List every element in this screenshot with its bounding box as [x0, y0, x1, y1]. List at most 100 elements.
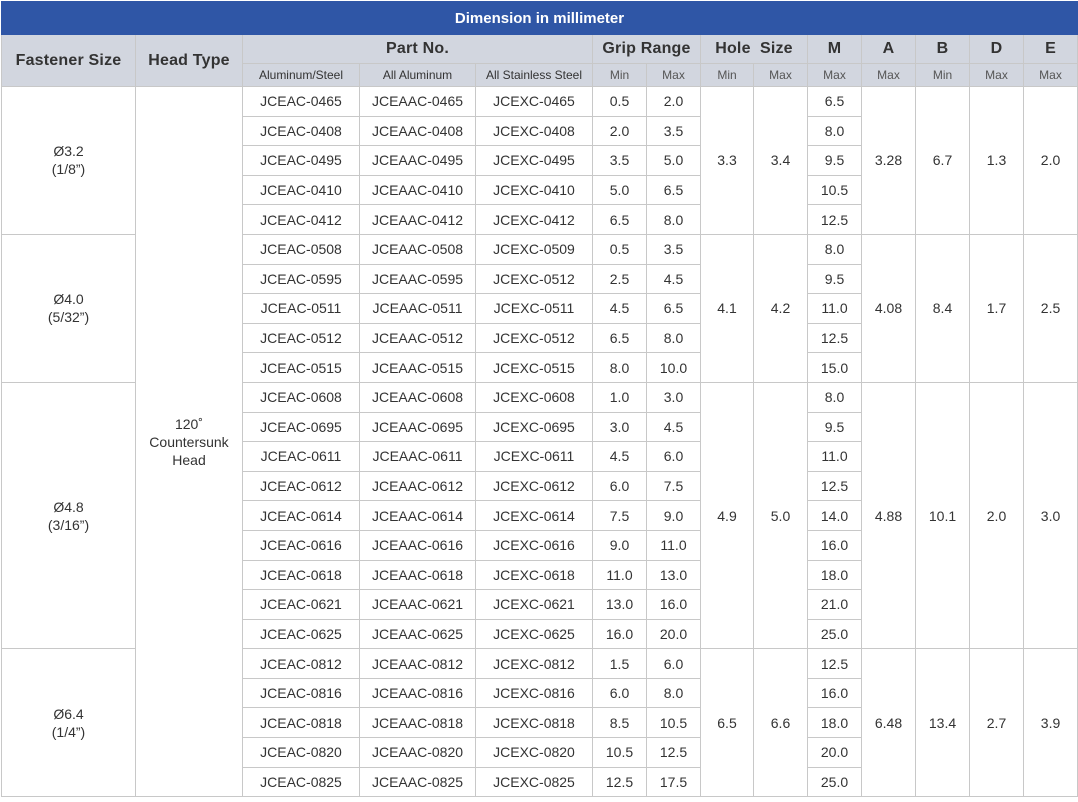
part-no-all-aluminum: JCEAAC-0618 — [359, 559, 476, 591]
part-no-all-stainless: JCEXC-0465 — [475, 86, 593, 117]
grip-range-max: 10.5 — [646, 707, 701, 739]
part-no-all-aluminum: JCEAAC-0412 — [359, 204, 476, 235]
grip-range-min: 4.5 — [592, 441, 647, 472]
hole-size-max: 5.0 — [753, 381, 808, 650]
m-max: 9.5 — [807, 411, 862, 443]
part-no-all-stainless: JCEXC-0515 — [475, 352, 593, 383]
part-no-all-aluminum: JCEAAC-0616 — [359, 529, 476, 561]
grip-range-max: 20.0 — [646, 618, 701, 650]
subheader-all-stainless: All Stainless Steel — [475, 63, 593, 87]
grip-range-min: 10.5 — [592, 737, 647, 768]
grip-range-min: 12.5 — [592, 766, 647, 798]
table-title: Dimension in millimeter — [0, 1, 1078, 35]
part-no-aluminum-steel: JCEAC-0614 — [242, 500, 360, 531]
fastener-size-cell-line: Ø3.2 — [53, 143, 84, 160]
grip-range-max: 3.5 — [646, 233, 701, 265]
part-no-all-aluminum: JCEAAC-0820 — [359, 737, 476, 768]
part-no-aluminum-steel: JCEAC-0816 — [242, 677, 360, 709]
a-max: 4.08 — [861, 233, 916, 383]
m-max: 8.0 — [807, 115, 862, 147]
grip-range-min: 7.5 — [592, 500, 647, 531]
fastener-size-cell: Ø4.8 (3/16”) — [1, 381, 136, 650]
part-no-all-stainless: JCEXC-0612 — [475, 470, 593, 502]
part-no-aluminum-steel: JCEAC-0412 — [242, 204, 360, 235]
part-no-all-stainless: JCEXC-0614 — [475, 500, 593, 531]
e-max: 2.0 — [1022, 86, 1078, 235]
e-max: 3.9 — [1022, 648, 1078, 798]
subheader-grip-max: Max — [646, 63, 701, 87]
grip-range-min: 3.5 — [592, 145, 647, 176]
hole-size-min: 4.1 — [700, 233, 754, 383]
part-no-all-stainless: JCEXC-0410 — [475, 174, 593, 206]
head-type-cell: 120˚ Countersunk Head — [135, 85, 243, 798]
part-no-aluminum-steel: JCEAC-0616 — [242, 529, 360, 561]
part-no-all-stainless: JCEXC-0812 — [475, 648, 593, 679]
subheader-hole-max: Max — [753, 63, 808, 87]
part-no-all-aluminum: JCEAAC-0612 — [359, 470, 476, 502]
part-no-all-aluminum: JCEAAC-0812 — [359, 648, 476, 679]
e-max: 3.0 — [1022, 381, 1078, 650]
part-no-aluminum-steel: JCEAC-0410 — [242, 174, 360, 206]
grip-range-max: 10.0 — [646, 352, 701, 383]
part-no-all-stainless: JCEXC-0495 — [475, 145, 593, 176]
b-min: 8.4 — [915, 233, 970, 383]
m-max: 12.5 — [807, 470, 862, 502]
subheader-aluminum-steel: Aluminum/Steel — [242, 63, 360, 87]
grip-range-min: 8.0 — [592, 352, 647, 383]
part-no-aluminum-steel: JCEAC-0608 — [242, 381, 360, 413]
m-max: 25.0 — [807, 618, 862, 650]
fastener-size-cell: Ø4.0 (5/32”) — [1, 233, 136, 383]
a-max: 3.28 — [861, 86, 916, 235]
m-max: 9.5 — [807, 145, 862, 176]
part-no-all-aluminum: JCEAAC-0511 — [359, 293, 476, 324]
part-no-all-stainless: JCEXC-0618 — [475, 559, 593, 591]
hole-size-max: 3.4 — [753, 86, 808, 235]
part-no-aluminum-steel: JCEAC-0612 — [242, 470, 360, 502]
grip-range-max: 17.5 — [646, 766, 701, 798]
part-no-all-stainless: JCEXC-0818 — [475, 707, 593, 739]
fastener-size-cell: Ø3.2 (1/8”) — [1, 86, 136, 235]
grip-range-min: 2.5 — [592, 263, 647, 295]
head-type-cell-line: Head — [172, 451, 206, 468]
header-grip-range: Grip Range — [592, 34, 701, 64]
m-max: 14.0 — [807, 500, 862, 531]
part-no-aluminum-steel: JCEAC-0825 — [242, 766, 360, 798]
d-max: 2.0 — [969, 381, 1024, 650]
grip-range-max: 6.0 — [646, 441, 701, 472]
grip-range-min: 6.5 — [592, 204, 647, 235]
grip-range-min: 8.5 — [592, 707, 647, 739]
hole-size-min: 3.3 — [700, 86, 754, 235]
grip-range-max: 6.0 — [646, 648, 701, 679]
subheader-a: Max — [861, 63, 916, 87]
grip-range-max: 6.5 — [646, 174, 701, 206]
part-no-all-aluminum: JCEAAC-0614 — [359, 500, 476, 531]
a-max: 6.48 — [861, 648, 916, 798]
grip-range-min: 9.0 — [592, 529, 647, 561]
grip-range-min: 1.5 — [592, 648, 647, 679]
part-no-all-stainless: JCEXC-0511 — [475, 293, 593, 324]
grip-range-min: 11.0 — [592, 559, 647, 591]
dimension-table: Dimension in millimeter Fastener Size He… — [0, 1, 1078, 798]
hole-size-min: 6.5 — [700, 648, 754, 798]
m-max: 11.0 — [807, 441, 862, 472]
part-no-all-aluminum: JCEAAC-0508 — [359, 233, 476, 265]
grip-range-max: 5.0 — [646, 145, 701, 176]
part-no-all-aluminum: JCEAAC-0512 — [359, 322, 476, 354]
grip-range-min: 16.0 — [592, 618, 647, 650]
part-no-all-stainless: JCEXC-0820 — [475, 737, 593, 768]
header-a: A — [861, 34, 916, 64]
m-max: 18.0 — [807, 707, 862, 739]
part-no-all-aluminum: JCEAAC-0621 — [359, 589, 476, 620]
fastener-size-cell-line: (1/8”) — [51, 161, 86, 178]
part-no-all-stainless: JCEXC-0625 — [475, 618, 593, 650]
fastener-size-cell-line: (1/4”) — [51, 723, 86, 740]
grip-range-max: 13.0 — [646, 559, 701, 591]
part-no-aluminum-steel: JCEAC-0621 — [242, 589, 360, 620]
part-no-all-stainless: JCEXC-0509 — [475, 233, 593, 265]
fastener-size-cell-line: Ø6.4 — [53, 705, 84, 722]
part-no-all-aluminum: JCEAAC-0515 — [359, 352, 476, 383]
grip-range-min: 6.0 — [592, 470, 647, 502]
fastener-size-cell-line: Ø4.8 — [53, 498, 84, 515]
part-no-all-stainless: JCEXC-0412 — [475, 204, 593, 235]
part-no-aluminum-steel: JCEAC-0812 — [242, 648, 360, 679]
